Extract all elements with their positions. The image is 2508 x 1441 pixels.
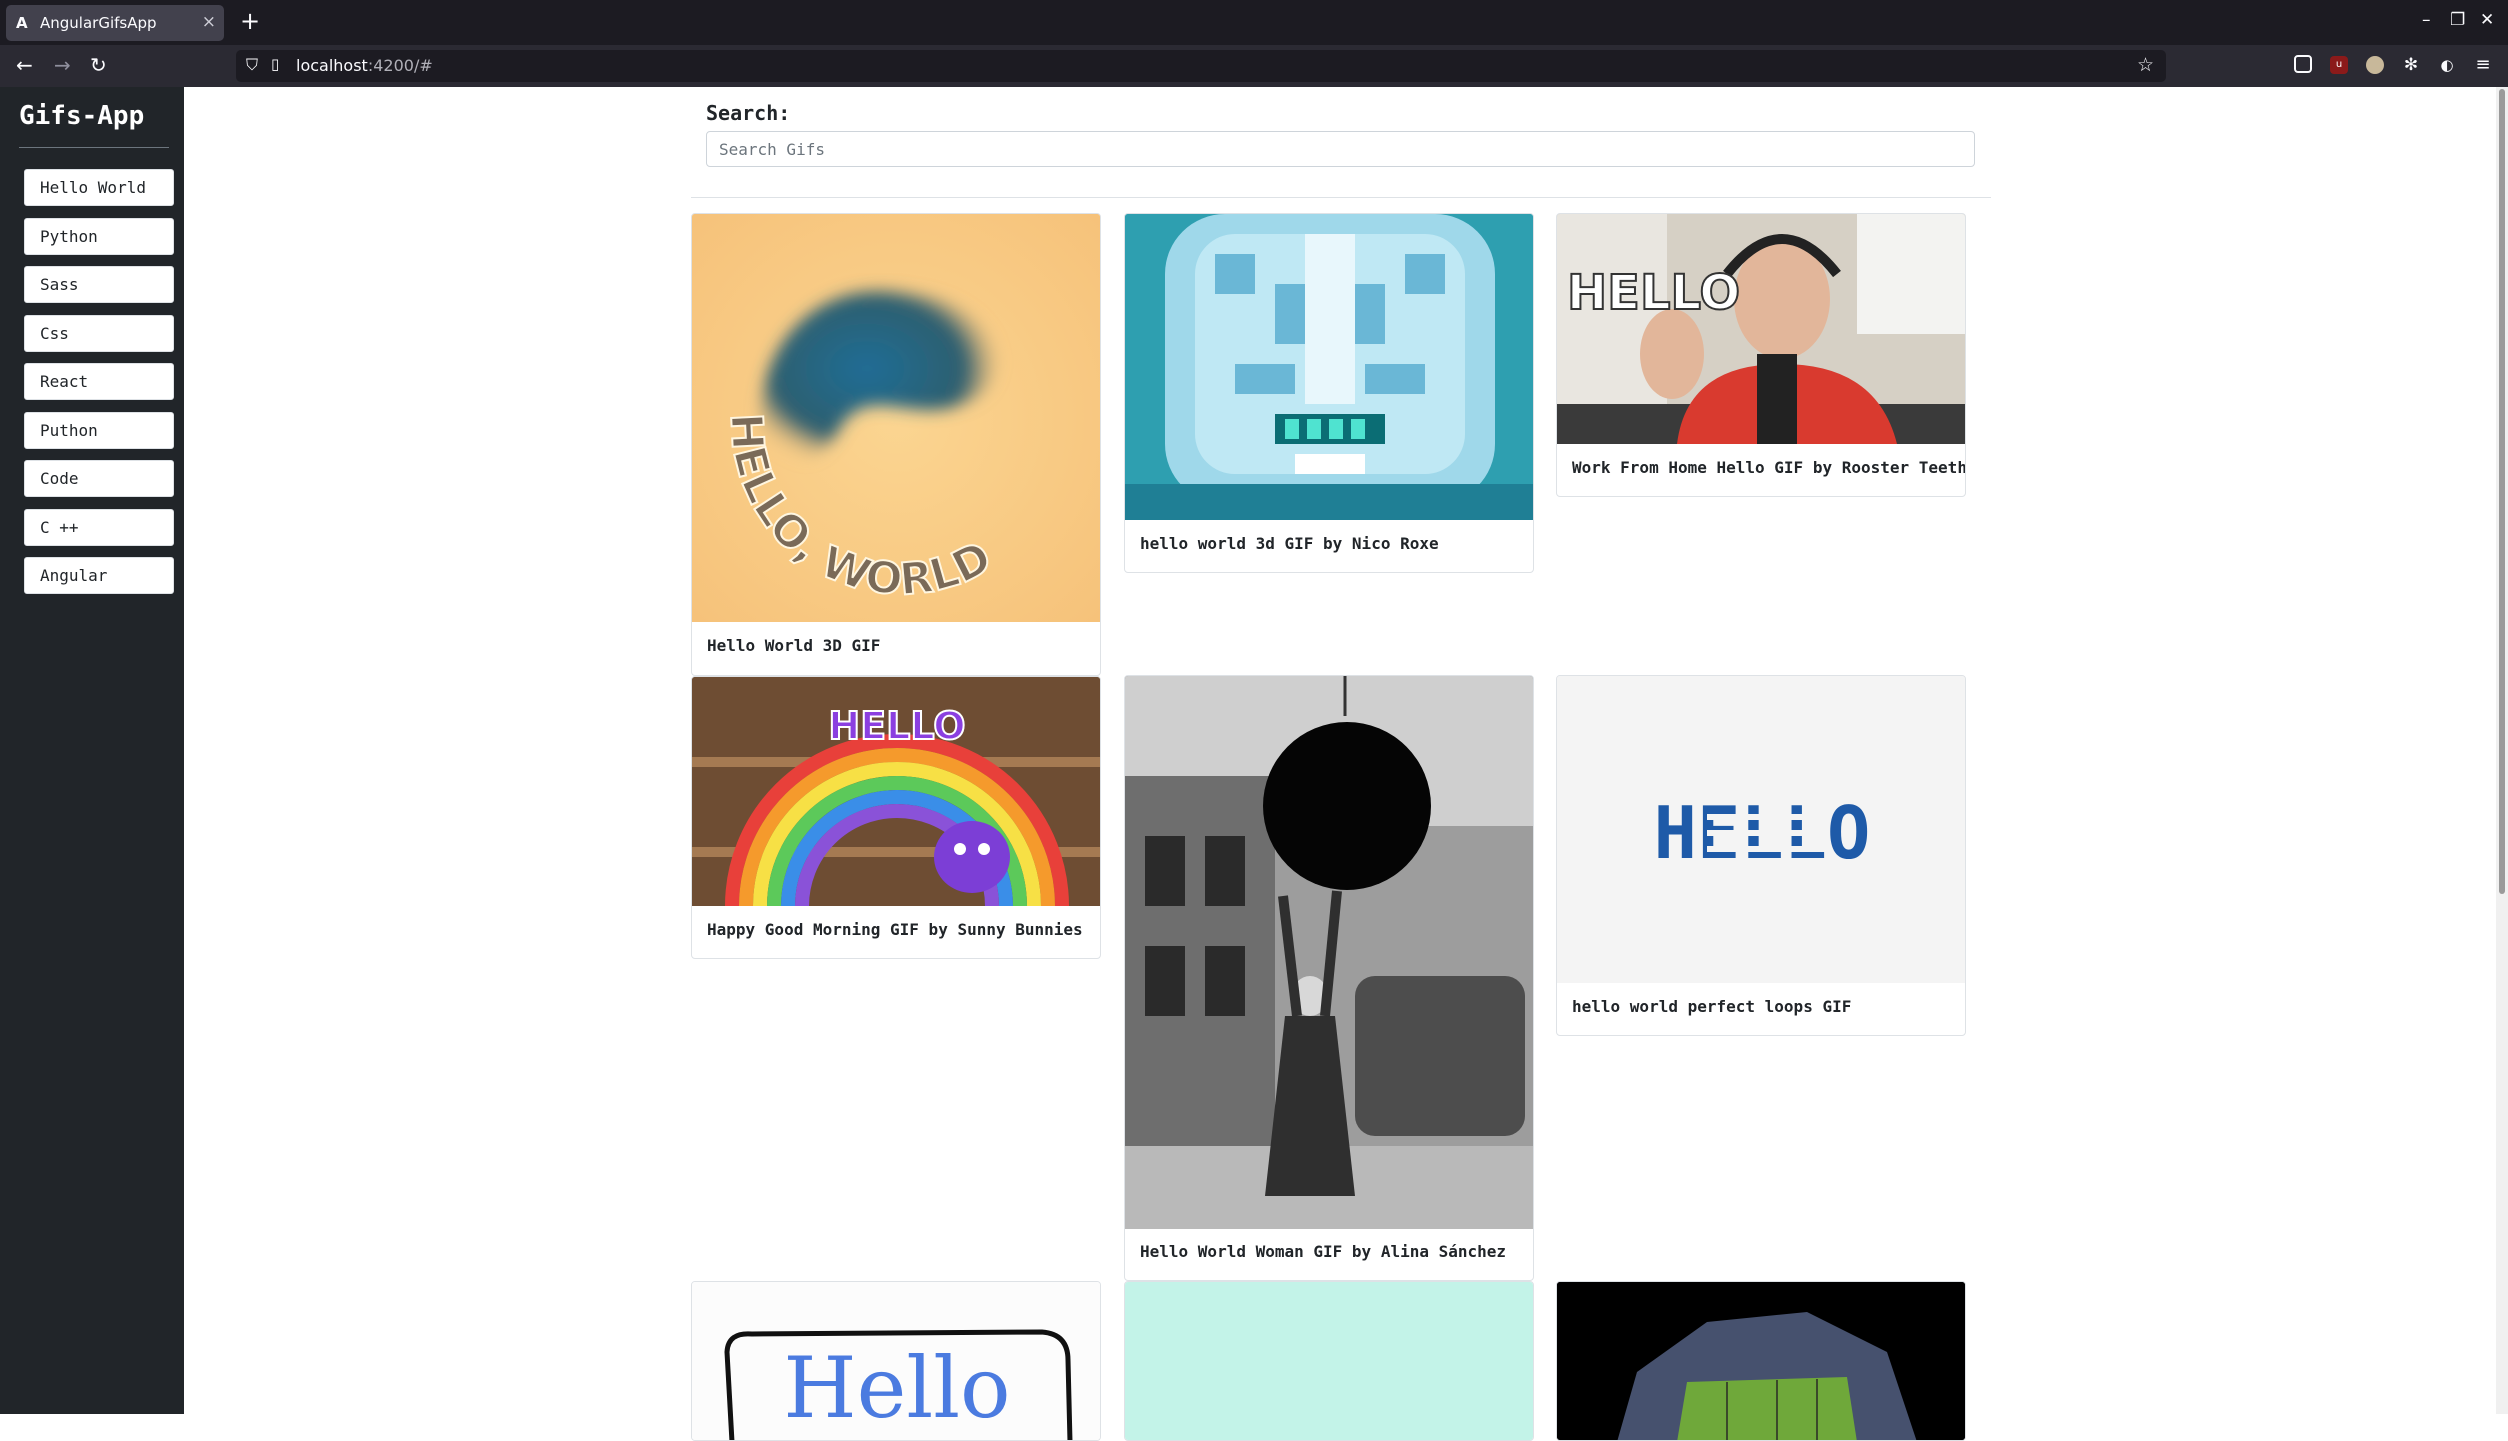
gif-title: Hello World 3D GIF [707, 636, 881, 655]
gif-image[interactable]: HELLO, WORLD [692, 214, 1100, 622]
gif-card[interactable]: HELLO Work From Home Hello GIF by Rooste… [1556, 213, 1966, 497]
hand-drawn-hello-art: Hello [692, 1282, 1100, 1440]
app-brand-title: Gifs-App [19, 101, 145, 131]
url-text[interactable]: localhost:4200/# [296, 56, 433, 75]
glitch-face-art [1125, 214, 1533, 520]
image-caption: HELLO [1567, 265, 1740, 321]
gif-image[interactable]: HELLO [1557, 676, 1965, 983]
brand-divider [19, 147, 169, 148]
gif-card[interactable]: Hello World Woman GIF by Alina Sánchez [1124, 675, 1534, 1281]
search-label: Search: [706, 101, 791, 125]
gif-image[interactable] [1125, 676, 1533, 1229]
browser-tab[interactable]: A AngularGifsApp × [6, 5, 224, 41]
hamburger-menu-icon[interactable]: ≡ [2474, 56, 2492, 74]
history-button-react[interactable]: React [24, 363, 174, 400]
gif-title: Work From Home Hello GIF by Rooster Teet… [1572, 458, 1966, 477]
pocket-icon[interactable] [2294, 55, 2312, 73]
woman-balloon-art [1125, 676, 1533, 1229]
hello-wave-art: HELLO [1557, 214, 1965, 444]
history-button-sass[interactable]: Sass [24, 266, 174, 303]
forward-arrow-icon[interactable]: → [54, 53, 71, 77]
gif-image[interactable] [1125, 214, 1533, 520]
gif-image[interactable] [1557, 1282, 1965, 1440]
address-bar[interactable]: ⛉ ▯ localhost:4200/# ☆ [236, 50, 2166, 82]
gif-card[interactable]: HELLO, WORLD Hello World 3D GIF [691, 213, 1101, 676]
browser-toolbar: ← → ↻ ⛉ ▯ localhost:4200/# ☆ u ✻ ◐ ≡ [0, 45, 2508, 87]
close-tab-icon[interactable]: × [202, 13, 216, 31]
perfect-loops-art: HELLO [1557, 676, 1965, 983]
ublock-origin-icon[interactable]: u [2330, 56, 2348, 74]
restore-window-icon[interactable]: ❐ [2450, 10, 2465, 30]
3d-geometric-art [1557, 1282, 1965, 1440]
new-tab-icon[interactable]: + [240, 8, 260, 34]
history-button-angular[interactable]: Angular [24, 557, 174, 594]
close-window-icon[interactable]: ✕ [2480, 10, 2494, 30]
hello-world-3d-art: HELLO, WORLD [692, 214, 1100, 622]
gif-card[interactable]: HELLO hello world perfect loops GIF [1556, 675, 1966, 1036]
gif-image[interactable]: Hello [692, 1282, 1100, 1440]
sidebar: Gifs-App Hello World Python Sass Css Rea… [0, 87, 184, 1414]
url-host: localhost [296, 56, 368, 75]
gif-card[interactable]: HELLO Happy Good Morning GIF by Sunny Bu… [691, 676, 1101, 959]
minimize-window-icon[interactable]: – [2422, 10, 2431, 30]
search-divider [691, 197, 1991, 198]
image-caption: HELLO [828, 704, 965, 748]
gif-title: Hello World Woman GIF by Alina Sánchez [1140, 1242, 1507, 1261]
search-input[interactable] [706, 131, 1975, 167]
bookmark-star-icon[interactable]: ☆ [2137, 54, 2154, 76]
gif-card[interactable] [1124, 1281, 1534, 1441]
tab-title: AngularGifsApp [40, 14, 157, 32]
back-arrow-icon[interactable]: ← [16, 53, 33, 77]
history-button-css[interactable]: Css [24, 315, 174, 352]
image-caption: Hello [783, 1339, 1010, 1437]
history-button-puthon[interactable]: Puthon [24, 412, 174, 449]
history-button-python[interactable]: Python [24, 218, 174, 255]
cookie-extension-icon[interactable] [2366, 56, 2384, 74]
rainbow-bunny-art: HELLO [692, 677, 1100, 906]
page-scrollbar[interactable] [2496, 87, 2508, 1414]
page-info-icon[interactable]: ▯ [271, 55, 279, 73]
gif-image[interactable] [1125, 1282, 1533, 1440]
tracking-shield-icon[interactable]: ⛉ [246, 55, 258, 75]
angular-favicon-icon: A [16, 14, 28, 32]
url-path: :4200/# [367, 56, 433, 75]
gif-title: hello world 3d GIF by Nico Roxe [1140, 534, 1439, 553]
history-button-hello-world[interactable]: Hello World [24, 169, 174, 206]
browser-tab-strip: A AngularGifsApp × + – ❐ ✕ [0, 0, 2508, 45]
gif-card[interactable]: Hello [691, 1281, 1101, 1441]
settings-extension-icon[interactable]: ✻ [2402, 56, 2420, 74]
gif-title: hello world perfect loops GIF [1572, 997, 1852, 1016]
scrollbar-thumb[interactable] [2499, 89, 2505, 894]
gif-title: Happy Good Morning GIF by Sunny Bunnies [707, 920, 1083, 939]
gif-card[interactable] [1556, 1281, 1966, 1441]
dark-mode-extension-icon[interactable]: ◐ [2438, 56, 2456, 74]
reload-icon[interactable]: ↻ [90, 53, 107, 77]
gif-image[interactable]: HELLO [692, 677, 1100, 906]
history-button-c-plus-plus[interactable]: C ++ [24, 509, 174, 546]
gif-card[interactable]: hello world 3d GIF by Nico Roxe [1124, 213, 1534, 573]
gif-image[interactable]: HELLO [1557, 214, 1965, 444]
history-button-code[interactable]: Code [24, 460, 174, 497]
